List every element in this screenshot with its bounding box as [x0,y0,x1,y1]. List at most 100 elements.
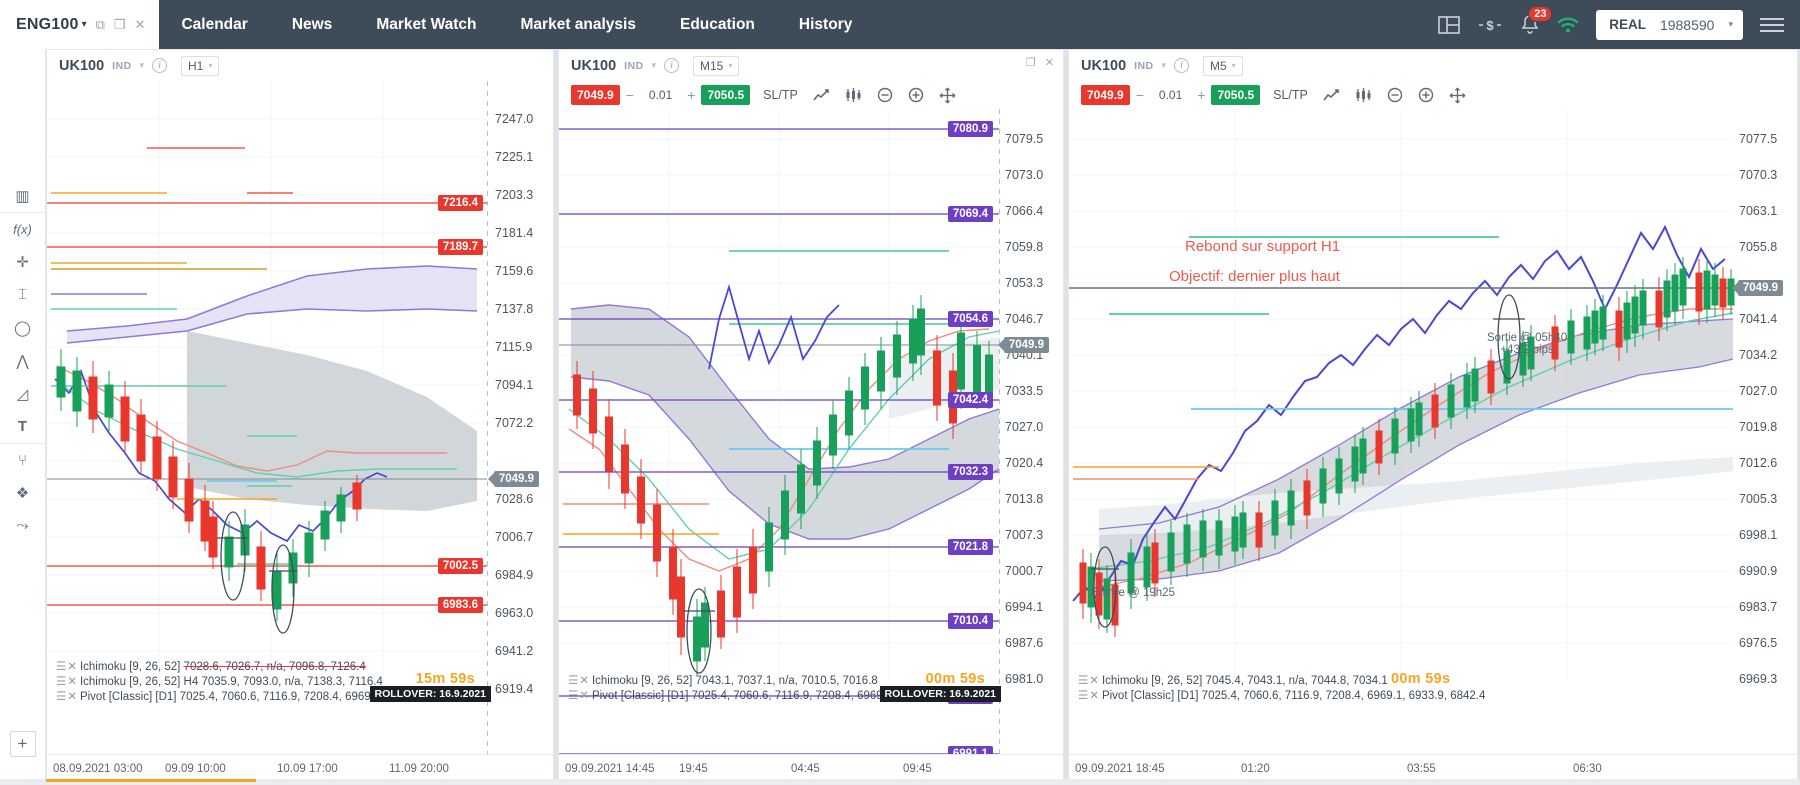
chevron-down-icon[interactable]: ▾ [82,19,87,30]
hamburger-icon[interactable] [1760,17,1784,32]
indicators-tool-icon[interactable]: ▥ [0,179,46,212]
zoom-out-icon[interactable] [877,87,893,103]
menu-item-market-analysis[interactable]: Market analysis [499,0,658,49]
legend-remove-icon[interactable]: ✕ [579,690,589,702]
pan-tool-icon[interactable] [1449,87,1466,104]
maximize-icon[interactable]: ❐ [1026,56,1036,69]
trend-tool-icon[interactable]: ◿ [0,377,46,410]
time-tick: 09.09.2021 18:45 [1075,763,1165,775]
add-tool-icon[interactable]: + [9,731,36,757]
legend-settings-icon[interactable]: ☰ [56,676,66,688]
chart1-legend-row[interactable]: ☰ ✕ Pivot [Classic] [D1] 7025.4, 7060.6, 7… [56,689,393,703]
legend-settings-icon[interactable]: ☰ [568,675,578,687]
menu-item-news[interactable]: News [270,0,355,49]
chart-panel-3[interactable]: UK100 IND ▾ i M5 ▾ 7049.9 − 0.01 + 7050.… [1068,49,1798,785]
text-tool-icon[interactable]: T [0,410,46,443]
chart3-plot[interactable]: 7049.9 Rebond sur support H1 Objectif: d… [1069,109,1797,754]
chevron-down-icon[interactable]: ▾ [139,60,144,71]
chevron-down-icon[interactable]: ▾ [1161,60,1166,71]
zoom-out-icon[interactable] [1387,87,1403,103]
legend-values: 7025.4, 7060.6, 7116.9, 7208.4, 6969.1, … [179,691,394,703]
chart2-decrease-volume-button[interactable]: − [620,87,640,103]
pan-tool-icon[interactable] [939,87,956,104]
chart2-plot[interactable]: 7080.9 7069.4 7054.6 7049.9 7042.4 7032.… [559,109,1063,754]
chart1-legend-row[interactable]: ☰ ✕ Ichimoku [9, 26, 52] 7028.6, 7026.7, n… [56,659,366,673]
line-chart-icon[interactable] [1323,88,1340,102]
info-icon[interactable]: i [151,58,167,73]
info-icon[interactable]: i [1173,58,1189,73]
zoom-in-icon[interactable] [1418,87,1434,103]
layers-tool-icon[interactable]: ❖ [0,476,46,509]
legend-settings-icon[interactable]: ☰ [1078,675,1088,687]
info-icon[interactable]: i [663,58,679,73]
chart3-volume-value[interactable]: 0.01 [1150,88,1191,102]
line-chart-icon[interactable] [813,88,830,102]
chart1-price-axis[interactable]: 7247.0 7225.1 7203.3 7181.4 7159.6 7137.… [487,81,553,754]
chart2-legend-row[interactable]: ☰ ✕ Ichimoku [9, 26, 52] 7043.1, 7037.1, n… [568,673,878,687]
symbol-tab[interactable]: ENG100 ▾ ⧉ ❐ ✕ [0,0,160,49]
chart2-price-axis[interactable]: 7079.5 7073.0 7066.4 7059.8 7053.3 7046.… [997,109,1063,754]
chart2-buy-button[interactable]: 7050.5 [701,85,751,105]
axis-tick: 7072.2 [495,416,534,430]
chart3-legend-row[interactable]: ☰ ✕ Ichimoku [9, 26, 52] 7045.4, 7043.1, n… [1078,673,1388,687]
ellipse-tool-icon[interactable]: ◯ [0,311,46,344]
chart2-volume-value[interactable]: 0.01 [640,88,681,102]
candles-tool-icon[interactable]: ⑂ [0,443,46,476]
chart3-timeframe-selector[interactable]: M5 ▾ [1202,55,1243,76]
restore-icon[interactable]: ❐ [114,18,126,31]
chart2-countdown-timer: 00m 59s [926,671,985,687]
legend-remove-icon[interactable]: ✕ [1089,675,1099,687]
chart3-sltp-label[interactable]: SL/TP [1273,88,1308,102]
chevron-down-icon[interactable]: ▾ [651,60,656,71]
layout-icon[interactable] [1438,15,1461,34]
chart2-sltp-label[interactable]: SL/TP [763,88,798,102]
chart-panel-2[interactable]: UK100 IND ▾ i M15 ▾ ❐ ✕ 7049.9 − 0.01 + … [558,49,1064,785]
time-tick: 01:20 [1241,763,1270,775]
share-tool-icon[interactable]: ⤳ [0,509,46,542]
chart2-increase-volume-button[interactable]: + [681,87,701,103]
legend-settings-icon[interactable]: ☰ [1078,690,1088,702]
account-selector[interactable]: REAL 1988590 ▾ [1596,9,1743,40]
candlestick-icon[interactable] [1355,88,1372,102]
legend-remove-icon[interactable]: ✕ [1089,690,1099,702]
crosshair-tool-icon[interactable]: ✛ [0,245,46,278]
bell-icon[interactable]: 23 [1520,6,1553,35]
chart3-decrease-volume-button[interactable]: − [1130,87,1150,103]
chart1-canvas [47,81,487,681]
legend-remove-icon[interactable]: ✕ [67,661,77,673]
chart3-buy-button[interactable]: 7050.5 [1211,85,1261,105]
close-icon[interactable]: ✕ [135,18,146,31]
candlestick-icon[interactable] [845,88,862,102]
legend-remove-icon[interactable]: ✕ [579,675,589,687]
chart2-timeframe-selector[interactable]: M15 ▾ [692,55,740,76]
legend-settings-icon[interactable]: ☰ [56,691,66,703]
chart1-legend-row[interactable]: ☰ ✕ Ichimoku [9, 26, 52] H4 7035.9, 7093.0… [56,674,383,688]
chart3-price-axis[interactable]: 7077.5 7070.3 7063.1 7055.8 7048.6 7041.… [1731,109,1797,754]
menu-item-market-watch[interactable]: Market Watch [354,0,498,49]
menu-item-education[interactable]: Education [658,0,777,49]
legend-settings-icon[interactable]: ☰ [56,661,66,673]
chart3-increase-volume-button[interactable]: + [1191,87,1211,103]
chart2-legend-row[interactable]: ☰ ✕ Pivot [Classic] [D1] 7025.4, 7060.6, 7… [568,688,905,702]
function-tool-icon[interactable]: f(x) [0,212,46,245]
chevron-down-icon[interactable]: ▾ [1728,19,1733,30]
menu-item-history[interactable]: History [777,0,874,49]
close-icon[interactable]: ✕ [1045,56,1054,69]
chart3-legend-row[interactable]: ☰ ✕ Pivot [Classic] [D1] 7025.4, 7060.6, 7… [1078,688,1485,702]
legend-settings-icon[interactable]: ☰ [568,690,578,702]
chart3-sell-button[interactable]: 7049.9 [1081,85,1130,105]
legend-remove-icon[interactable]: ✕ [67,676,77,688]
menu-item-calendar[interactable]: Calendar [159,0,269,49]
fibonacci-tool-icon[interactable]: ⋀ [0,344,46,377]
popout-icon[interactable]: ⧉ [96,18,105,31]
chart3-trade-bar: 7049.9 − 0.01 + 7050.5 SL/TP [1069,81,1797,109]
line-tool-icon[interactable]: ⌶ [0,278,46,311]
dollar-icon[interactable]: $ [1477,16,1503,34]
legend-params: [9, 26, 52] [129,661,181,673]
chart1-plot[interactable]: 7216.4 7189.7 7002.5 6983.6 7049.9 7247.… [47,81,553,754]
chart2-sell-button[interactable]: 7049.9 [571,85,620,105]
chart-panel-1[interactable]: UK100 IND ▾ i H1 ▾ 7216.4 7189.7 7002.5 … [46,49,554,785]
legend-remove-icon[interactable]: ✕ [67,691,77,703]
zoom-in-icon[interactable] [908,87,924,103]
chart1-timeframe-selector[interactable]: H1 ▾ [180,55,220,76]
